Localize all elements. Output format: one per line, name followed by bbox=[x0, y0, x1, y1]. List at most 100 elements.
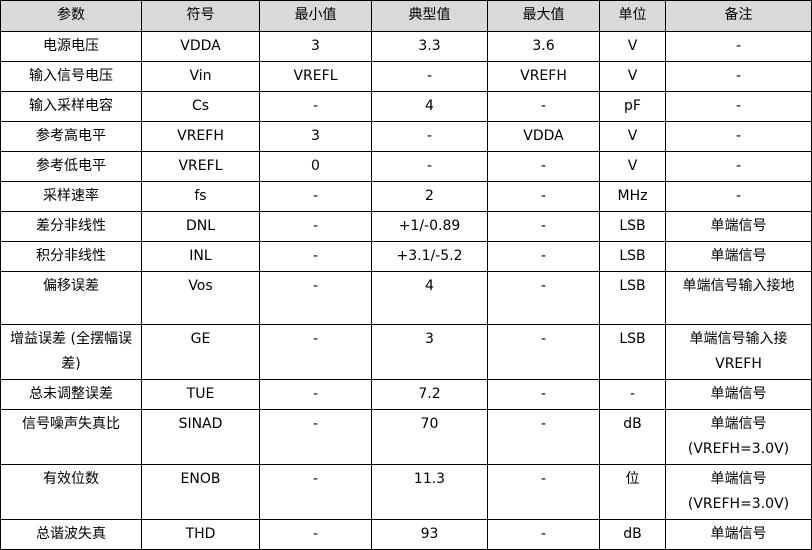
cell-typ: 3 bbox=[371, 324, 488, 380]
header-unit: 单位 bbox=[599, 0, 666, 32]
cell-unit: LSB bbox=[599, 271, 666, 325]
cell-min: 3 bbox=[259, 121, 372, 152]
header-min: 最小值 bbox=[259, 0, 372, 32]
cell-note: 单端信号输入接地 bbox=[665, 271, 812, 325]
cell-symbol: VDDA bbox=[141, 31, 260, 62]
cell-min: VREFL bbox=[259, 61, 372, 92]
cell-typ: - bbox=[371, 121, 488, 152]
cell-typ: +1/-0.89 bbox=[371, 211, 488, 242]
cell-min: - bbox=[259, 464, 372, 520]
table-row: 差分非线性 DNL - +1/-0.89- LSB 单端信号 bbox=[0, 211, 812, 242]
cell-note: - bbox=[665, 181, 812, 212]
cell-min: - bbox=[259, 519, 372, 550]
cell-max: - bbox=[487, 211, 600, 242]
cell-param: 有效位数 bbox=[0, 464, 142, 520]
cell-note: 单端信号 bbox=[665, 241, 812, 272]
table-row: 输入采样电容 Cs -4- pF - bbox=[0, 91, 812, 122]
cell-param: 总谐波失真 bbox=[0, 519, 142, 550]
header-typ: 典型值 bbox=[371, 0, 488, 32]
cell-min: - bbox=[259, 181, 372, 212]
cell-max: - bbox=[487, 151, 600, 182]
cell-note: - bbox=[665, 121, 812, 152]
cell-min: - bbox=[259, 271, 372, 325]
cell-symbol: Vos bbox=[141, 271, 260, 325]
cell-unit: V bbox=[599, 151, 666, 182]
cell-param: 输入信号电压 bbox=[0, 61, 142, 92]
cell-typ: 3.3 bbox=[371, 31, 488, 62]
cell-max: - bbox=[487, 464, 600, 520]
cell-typ: - bbox=[371, 61, 488, 92]
header-note: 备注 bbox=[665, 0, 812, 32]
table-row: 采样速率 fs -2- MHz - bbox=[0, 181, 812, 212]
cell-max: - bbox=[487, 181, 600, 212]
table-row: 信号噪声失真比 SINAD -70- dB 单端信号 (VREFH=3.0V) bbox=[0, 409, 812, 465]
cell-typ: 93 bbox=[371, 519, 488, 550]
cell-symbol: Cs bbox=[141, 91, 260, 122]
cell-symbol: GE bbox=[141, 324, 260, 380]
table-row: 参考高电平 VREFH 3- VDDA V - bbox=[0, 121, 812, 152]
table-row: 输入信号电压 Vin VREFL - VREFH V - bbox=[0, 61, 812, 92]
cell-max: VDDA bbox=[487, 121, 600, 152]
cell-symbol: fs bbox=[141, 181, 260, 212]
table-row: 积分非线性 INL - +3.1/-5.2- LSB 单端信号 bbox=[0, 241, 812, 272]
table-row: 电源电压 VDDA 3 3.3 3.6 V - bbox=[0, 31, 812, 62]
cell-max: - bbox=[487, 241, 600, 272]
cell-unit: 位 bbox=[599, 464, 666, 520]
cell-unit: V bbox=[599, 31, 666, 62]
cell-unit: V bbox=[599, 61, 666, 92]
cell-symbol: SINAD bbox=[141, 409, 260, 465]
table-row: 总未调整误差 TUE -7.2- - 单端信号 bbox=[0, 379, 812, 410]
cell-param: 差分非线性 bbox=[0, 211, 142, 242]
cell-note: 单端信号 (VREFH=3.0V) bbox=[665, 409, 812, 465]
cell-typ: 2 bbox=[371, 181, 488, 212]
table-row: 增益误差 (全摆幅误差) GE -3- LSB 单端信号输入接VREFH bbox=[0, 324, 812, 380]
cell-typ: +3.1/-5.2 bbox=[371, 241, 488, 272]
cell-max: - bbox=[487, 271, 600, 325]
cell-min: - bbox=[259, 379, 372, 410]
table-body: 电源电压 VDDA 3 3.3 3.6 V - 输入信号电压 Vin VREFL - VREFH V - 输… bbox=[0, 31, 812, 550]
cell-param: 增益误差 (全摆幅误差) bbox=[0, 324, 142, 380]
cell-typ: 7.2 bbox=[371, 379, 488, 410]
cell-note: - bbox=[665, 31, 812, 62]
cell-max: - bbox=[487, 409, 600, 465]
cell-param: 采样速率 bbox=[0, 181, 142, 212]
cell-param: 信号噪声失真比 bbox=[0, 409, 142, 465]
cell-symbol: TUE bbox=[141, 379, 260, 410]
cell-unit: - bbox=[599, 379, 666, 410]
cell-typ: 4 bbox=[371, 271, 488, 325]
cell-typ: 4 bbox=[371, 91, 488, 122]
cell-symbol: ENOB bbox=[141, 464, 260, 520]
cell-symbol: VREFH bbox=[141, 121, 260, 152]
cell-min: - bbox=[259, 91, 372, 122]
spec-table: 参数 符号 最小值 典型值 最大值 单位 备注 电源电压 VDDA 3 3.3 3.6 V… bbox=[0, 0, 812, 550]
cell-note: - bbox=[665, 91, 812, 122]
cell-typ: - bbox=[371, 151, 488, 182]
cell-min: - bbox=[259, 241, 372, 272]
cell-min: - bbox=[259, 211, 372, 242]
cell-param: 参考低电平 bbox=[0, 151, 142, 182]
cell-unit: LSB bbox=[599, 241, 666, 272]
cell-unit: dB bbox=[599, 409, 666, 465]
cell-max: - bbox=[487, 519, 600, 550]
cell-typ: 70 bbox=[371, 409, 488, 465]
table-row: 有效位数 ENOB -11.3- 位单端信号 (VREFH=3.0V) bbox=[0, 464, 812, 520]
header-row: 参数 符号 最小值 典型值 最大值 单位 备注 bbox=[0, 0, 812, 32]
cell-note: 单端信号 bbox=[665, 519, 812, 550]
table-row: 偏移误差 Vos -4- LSB 单端信号输入接地 bbox=[0, 271, 812, 325]
cell-unit: dB bbox=[599, 519, 666, 550]
cell-max: VREFH bbox=[487, 61, 600, 92]
cell-note: 单端信号 bbox=[665, 379, 812, 410]
cell-max: - bbox=[487, 91, 600, 122]
header-symbol: 符号 bbox=[141, 0, 260, 32]
cell-typ: 11.3 bbox=[371, 464, 488, 520]
cell-param: 偏移误差 bbox=[0, 271, 142, 325]
cell-note: - bbox=[665, 151, 812, 182]
cell-max: - bbox=[487, 324, 600, 380]
cell-unit: LSB bbox=[599, 211, 666, 242]
cell-min: - bbox=[259, 324, 372, 380]
cell-unit: V bbox=[599, 121, 666, 152]
cell-symbol: THD bbox=[141, 519, 260, 550]
cell-note: 单端信号输入接VREFH bbox=[665, 324, 812, 380]
cell-min: 3 bbox=[259, 31, 372, 62]
cell-param: 电源电压 bbox=[0, 31, 142, 62]
